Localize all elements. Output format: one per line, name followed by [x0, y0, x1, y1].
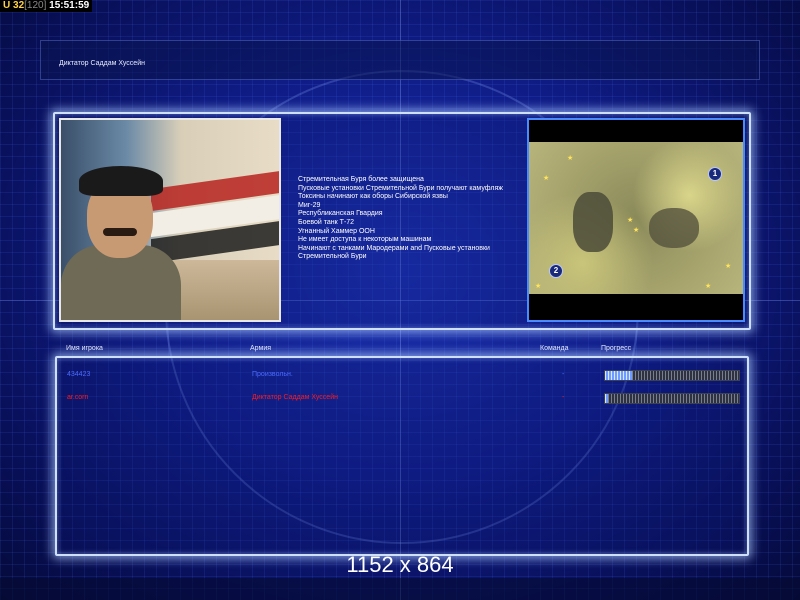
progress-fill [605, 394, 608, 403]
unit-cap: [120] [24, 0, 47, 11]
header-team: Команда [540, 345, 569, 352]
units-label: U [3, 0, 11, 11]
unit-count: 32 [13, 0, 25, 11]
star-icon: ★ [627, 217, 634, 224]
player-name: 434423 [67, 371, 91, 378]
status-bar: U 32[120] 15:51:59 [0, 0, 93, 12]
description-line: Стремительная Буря более защищена [298, 176, 424, 183]
star-icon: ★ [567, 155, 574, 162]
progress-bar [604, 370, 740, 381]
header-progress: Прогресс [601, 345, 632, 352]
progress-fill [605, 371, 632, 380]
progress-bar [604, 393, 740, 404]
faction-description: Стремительная Буря более защищена Пусков… [298, 176, 558, 262]
star-icon: ★ [543, 175, 550, 182]
description-line: Стремительной Бури [298, 253, 367, 261]
page-title: Диктатор Саддам Хуссейн [59, 60, 145, 67]
start-position-2[interactable]: 2 [549, 264, 563, 278]
player-army: Произвольн. [252, 371, 293, 378]
description-line: Не имеет доступа к некоторым машинам [298, 236, 432, 244]
player-name: ar.corn [67, 394, 89, 401]
player-row: ar.corn Диктатор Саддам Хуссейн - [57, 391, 747, 405]
header-player-name: Имя игрока [66, 345, 103, 352]
description-line: Боевой танк Т-72 [298, 218, 355, 226]
title-bar: Диктатор Саддам Хуссейн [40, 40, 760, 80]
player-army: Диктатор Саддам Хуссейн [252, 394, 338, 401]
star-icon: ★ [725, 263, 732, 270]
map-preview[interactable]: ★ ★ ★ ★ ★ ★ ★ 1 2 [527, 118, 745, 322]
description-line: Пусковые установки Стремительной Бури по… [298, 184, 503, 192]
description-line: Угнанный Хаммер ООН [298, 227, 375, 235]
players-panel: 434423 Произвольн. - ar.corn Диктатор Са… [55, 356, 749, 556]
clock: 15:51:59 [49, 0, 90, 11]
star-icon: ★ [535, 283, 542, 290]
header-army: Армия [250, 345, 272, 352]
star-icon: ★ [633, 227, 640, 234]
start-position-1[interactable]: 1 [708, 167, 722, 181]
player-team: - [562, 371, 565, 378]
player-row: 434423 Произвольн. - [57, 368, 747, 382]
faction-panel: Стремительная Буря более защищена Пусков… [53, 112, 751, 330]
bottom-strip [0, 578, 800, 600]
player-team: - [562, 394, 565, 401]
description-line: Токсины начинают как оборы Сибирской язв… [298, 193, 448, 201]
star-icon: ★ [705, 283, 712, 290]
general-portrait [59, 118, 281, 322]
description-line: Республиканская Гвардия [298, 210, 383, 218]
resolution-label: 1152 x 864 [346, 552, 454, 577]
